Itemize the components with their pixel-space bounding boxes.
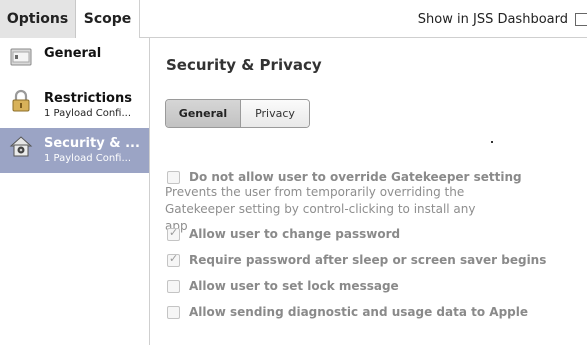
segment-privacy-button[interactable]: Privacy [241, 100, 309, 127]
option-label: Do not allow user to override Gatekeeper… [189, 170, 522, 184]
stray-dot [491, 141, 493, 143]
padlock-icon [9, 89, 33, 113]
page-title: Security & Privacy [166, 56, 322, 74]
option-change-password: ✓ Allow user to change password [167, 225, 401, 241]
require-password-checkbox[interactable]: ✓ [167, 251, 180, 267]
diagnostic-data-checkbox[interactable] [167, 305, 180, 319]
checkmark-icon: ✓ [169, 251, 179, 265]
option-label: Allow user to change password [189, 227, 401, 241]
sidebar-item-general[interactable]: General [0, 38, 149, 83]
change-password-checkbox[interactable]: ✓ [167, 225, 180, 241]
option-require-password: ✓ Require password after sleep or screen… [167, 251, 547, 267]
lock-message-checkbox[interactable] [167, 279, 180, 293]
sidebar-item-security[interactable]: Security & ... 1 Payload Confi... [0, 128, 149, 173]
sidebar-item-label: General [44, 46, 102, 61]
show-in-jss-dashboard-toggle[interactable]: Show in JSS Dashboard [418, 0, 587, 38]
option-label: Allow sending diagnostic and usage data … [189, 305, 528, 319]
option-label: Require password after sleep or screen s… [189, 253, 547, 267]
general-icon [9, 45, 33, 69]
main-panel: Security & Privacy General Privacy Do no… [150, 38, 587, 345]
security-house-icon [9, 134, 33, 158]
payload-sidebar: General Restrictions 1 Payload Confi... … [0, 38, 150, 345]
tab-scope[interactable]: Scope [76, 0, 140, 38]
option-diagnostic-data: Allow sending diagnostic and usage data … [167, 305, 528, 319]
sidebar-item-label: Restrictions [44, 91, 132, 106]
sidebar-item-label: Security & ... [44, 136, 140, 151]
option-label: Allow user to set lock message [189, 279, 399, 293]
show-in-jss-dashboard-label: Show in JSS Dashboard [417, 11, 568, 27]
segmented-control: General Privacy [165, 99, 310, 128]
top-bar: Options Scope Show in JSS Dashboard [0, 0, 587, 38]
show-in-jss-dashboard-checkbox[interactable] [575, 12, 587, 26]
checkmark-icon: ✓ [169, 225, 179, 239]
option-gatekeeper-override: Do not allow user to override Gatekeeper… [167, 170, 522, 184]
option-lock-message: Allow user to set lock message [167, 279, 399, 293]
tab-options[interactable]: Options [0, 0, 76, 38]
sidebar-item-restrictions[interactable]: Restrictions 1 Payload Confi... [0, 83, 149, 128]
sidebar-item-subtitle: 1 Payload Confi... [44, 153, 131, 164]
segment-general-button[interactable]: General [166, 100, 241, 127]
gatekeeper-override-checkbox[interactable] [167, 170, 180, 184]
sidebar-item-subtitle: 1 Payload Confi... [44, 108, 131, 119]
